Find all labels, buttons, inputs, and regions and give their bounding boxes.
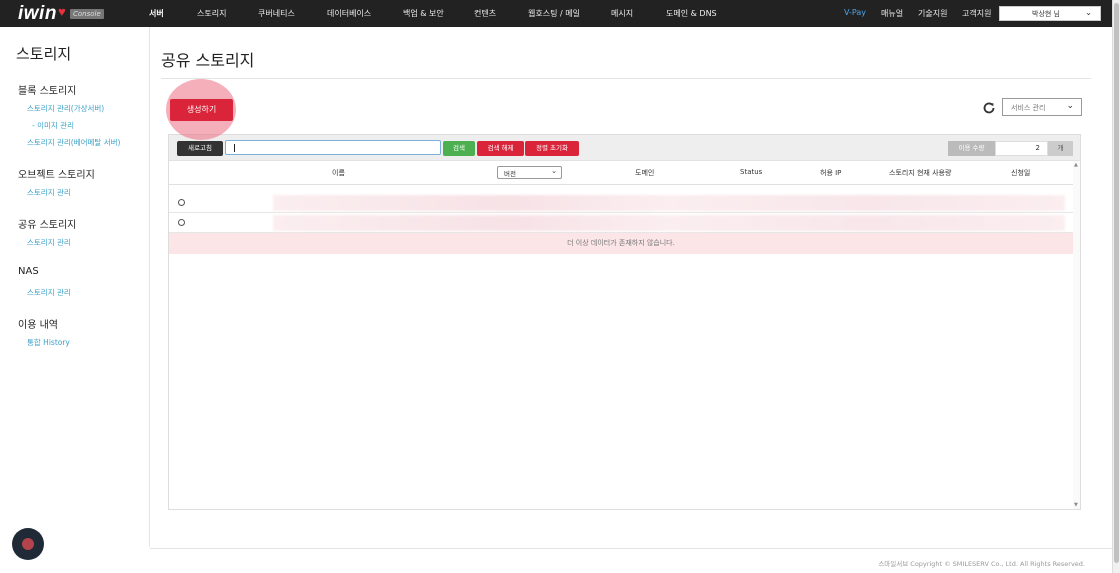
menu-item-contents[interactable]: 컨텐츠 bbox=[474, 8, 496, 19]
sidebar-item-nas[interactable]: 스토리지 관리 bbox=[27, 287, 71, 298]
sidebar-item-shared[interactable]: 스토리지 관리 bbox=[27, 237, 71, 248]
table-scrollbar[interactable]: ▲ ▼ bbox=[1073, 161, 1080, 509]
table-toolbar: 새로고침 검색 검색 해제 정렬 초기화 이용 수량 2 개 bbox=[169, 135, 1080, 161]
footer-divider bbox=[150, 548, 1112, 549]
manual-link[interactable]: 매뉴얼 bbox=[881, 8, 903, 19]
page-title: 공유 스토리지 bbox=[161, 51, 255, 70]
menu-item-storage[interactable]: 스토리지 bbox=[197, 8, 226, 19]
qty-unit: 개 bbox=[1048, 141, 1073, 156]
scroll-up-icon[interactable]: ▲ bbox=[1074, 162, 1078, 168]
console-badge: Console bbox=[70, 9, 104, 19]
column-header-name[interactable]: 이름 bbox=[332, 168, 345, 178]
scrollbar-thumb[interactable] bbox=[1114, 3, 1119, 563]
chevron-down-icon: ⌄ bbox=[1085, 8, 1092, 17]
version-filter-select[interactable]: 버전 ⌄ bbox=[497, 166, 562, 179]
column-header-allowed-ip[interactable]: 허용 IP bbox=[820, 168, 841, 178]
column-header-domain[interactable]: 도메인 bbox=[635, 168, 654, 178]
sidebar-item-block-bm[interactable]: 스토리지 관리(베어메탈 서버) bbox=[27, 137, 120, 148]
chevron-down-icon: ⌄ bbox=[551, 167, 557, 175]
user-name: 박상현 님 bbox=[1032, 10, 1060, 18]
sort-reset-button[interactable]: 정렬 초기화 bbox=[525, 141, 579, 156]
search-input[interactable] bbox=[225, 140, 441, 155]
menu-item-database[interactable]: 데이터베이스 bbox=[327, 8, 371, 19]
storage-table-panel: 새로고침 검색 검색 해제 정렬 초기화 이용 수량 2 개 이름 버전 ⌄ 도메… bbox=[168, 134, 1081, 510]
version-select-value: 버전 bbox=[504, 170, 516, 178]
table-header: 이름 버전 ⌄ 도메인 Status 허용 IP 스토리지 현재 사용량 신청일 bbox=[169, 161, 1073, 185]
sidebar: 스토리지 블록 스토리지 스토리지 관리(가상서버) - 이미지 관리 스토리지… bbox=[0, 27, 150, 547]
logo[interactable]: iwin♥ bbox=[18, 3, 66, 25]
column-header-date[interactable]: 신청일 bbox=[1011, 168, 1030, 178]
empty-message: 더 이상 데이터가 존재하지 않습니다. bbox=[169, 233, 1073, 254]
table-row[interactable] bbox=[169, 193, 1073, 213]
tech-support-link[interactable]: 기술지원 bbox=[918, 8, 947, 19]
vpay-link[interactable]: V-Pay bbox=[844, 8, 866, 17]
menu-item-domain[interactable]: 도메인 & DNS bbox=[666, 8, 717, 19]
search-button[interactable]: 검색 bbox=[443, 141, 475, 156]
column-header-status[interactable]: Status bbox=[740, 168, 762, 176]
sidebar-item-history[interactable]: 통합 History bbox=[27, 337, 70, 348]
row-radio[interactable] bbox=[178, 219, 185, 226]
menu-item-server[interactable]: 서버 bbox=[149, 8, 164, 19]
table-row[interactable] bbox=[169, 213, 1073, 233]
qty-label: 이용 수량 bbox=[948, 141, 995, 156]
chevron-down-icon: ⌄ bbox=[1066, 101, 1074, 111]
redacted-row-data bbox=[273, 215, 1065, 231]
sidebar-heading-usage: 이용 내역 bbox=[18, 320, 58, 331]
divider bbox=[161, 78, 1091, 79]
sidebar-item-object[interactable]: 스토리지 관리 bbox=[27, 187, 71, 198]
sidebar-heading-shared: 공유 스토리지 bbox=[18, 220, 77, 231]
redacted-row-data bbox=[273, 195, 1065, 211]
sidebar-title: 스토리지 bbox=[16, 45, 72, 63]
sidebar-heading-object: 오브젝트 스토리지 bbox=[18, 170, 95, 181]
menu-item-message[interactable]: 메시지 bbox=[611, 8, 633, 19]
service-select-value: 서비스 관리 bbox=[1011, 104, 1046, 112]
scroll-down-icon[interactable]: ▼ bbox=[1074, 502, 1078, 508]
sidebar-item-block-vm[interactable]: 스토리지 관리(가상서버) bbox=[27, 103, 104, 114]
customer-support-link[interactable]: 고객지원 bbox=[962, 8, 991, 19]
create-button[interactable]: 생성하기 bbox=[170, 99, 233, 121]
chat-button[interactable] bbox=[12, 528, 44, 560]
chat-icon bbox=[22, 538, 34, 550]
sidebar-heading-nas: NAS bbox=[18, 266, 39, 277]
menu-item-kubernetes[interactable]: 쿠버네티스 bbox=[258, 8, 295, 19]
sidebar-item-image[interactable]: - 이미지 관리 bbox=[32, 120, 74, 131]
menu-item-webhosting[interactable]: 웹호스팅 / 메일 bbox=[528, 8, 580, 19]
refresh-icon[interactable] bbox=[982, 100, 996, 114]
refresh-button[interactable]: 새로고침 bbox=[177, 141, 223, 156]
service-select[interactable]: 서비스 관리 ⌄ bbox=[1002, 98, 1082, 116]
footer-copyright: 스마일서브 Copyright © SMILESERV Co., Ltd. Al… bbox=[878, 560, 1085, 568]
page-scrollbar[interactable] bbox=[1112, 0, 1120, 573]
logo-heart-icon: ♥ bbox=[57, 4, 67, 19]
top-nav: iwin♥ Console 서버 스토리지 쿠버네티스 데이터베이스 백업 & … bbox=[0, 0, 1112, 27]
qty-value: 2 bbox=[995, 141, 1048, 156]
clear-search-button[interactable]: 검색 해제 bbox=[477, 141, 524, 156]
row-radio[interactable] bbox=[178, 199, 185, 206]
text-caret bbox=[234, 144, 235, 152]
user-menu[interactable]: 박상현 님 ⌄ bbox=[999, 6, 1101, 21]
column-header-usage[interactable]: 스토리지 현재 사용량 bbox=[889, 168, 951, 178]
sidebar-heading-block: 블록 스토리지 bbox=[18, 86, 77, 97]
menu-item-backup[interactable]: 백업 & 보안 bbox=[403, 8, 444, 19]
